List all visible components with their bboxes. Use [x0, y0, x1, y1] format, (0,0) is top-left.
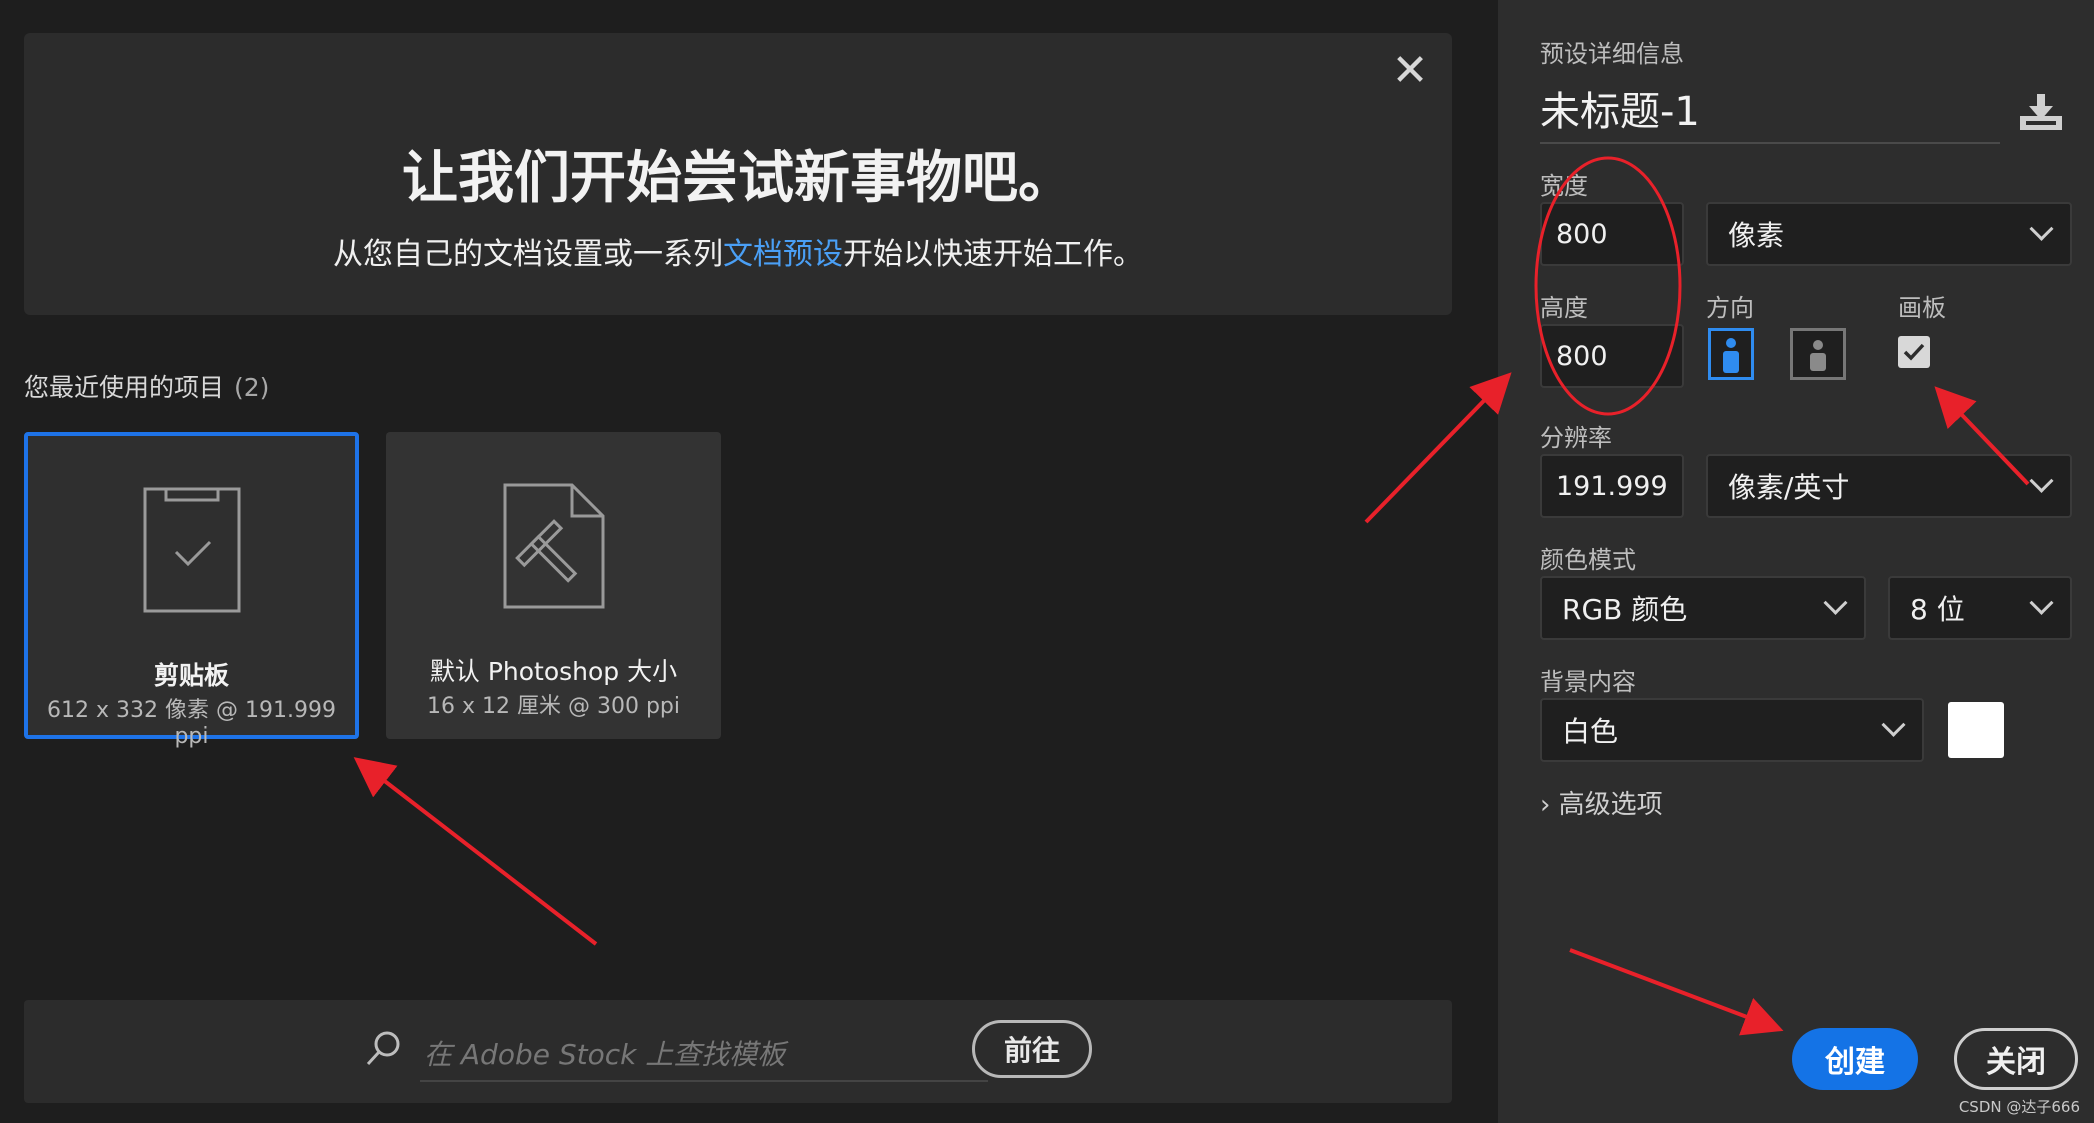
resolution-input[interactable]	[1540, 454, 1684, 518]
save-preset-icon[interactable]	[2018, 92, 2064, 132]
stock-search-bar: 前往	[24, 1000, 1452, 1103]
background-color-swatch[interactable]	[1948, 702, 2004, 758]
resolution-unit-value: 像素/英寸	[1728, 471, 1850, 504]
search-icon	[366, 1031, 400, 1066]
recent-item-meta: 16 x 12 厘米 @ 300 ppi	[426, 694, 680, 719]
document-ruler-icon	[503, 483, 604, 609]
width-label: 宽度	[1540, 172, 1588, 200]
chevron-down-icon	[2029, 590, 2054, 615]
chevron-down-icon	[2029, 468, 2054, 493]
create-button[interactable]: 创建	[1792, 1028, 1918, 1090]
welcome-subtitle: 从您自己的文档设置或一系列文档预设开始以快速开始工作。	[24, 229, 1452, 273]
background-value: 白色	[1562, 715, 1619, 748]
chevron-down-icon	[2029, 216, 2054, 241]
resolution-label: 分辨率	[1540, 424, 1612, 452]
bit-depth-select[interactable]: 8 位	[1888, 576, 2072, 640]
recent-items-heading: 您最近使用的项目 (2)	[24, 368, 269, 404]
document-name-field[interactable]: 未标题-1	[1540, 82, 2000, 144]
stock-search-input[interactable]	[420, 1028, 988, 1082]
artboard-label: 画板	[1898, 294, 1946, 322]
recent-item-meta: 612 x 332 像素 @ 191.999 ppi	[47, 698, 336, 749]
landscape-orientation-button[interactable]	[1790, 328, 1846, 380]
go-button[interactable]: 前往	[972, 1020, 1092, 1078]
chevron-down-icon	[1823, 590, 1848, 615]
portrait-icon	[1723, 338, 1739, 373]
color-mode-label: 颜色模式	[1540, 546, 1636, 574]
recent-item-name: 剪贴板	[153, 661, 229, 690]
recent-items-title: 您最近使用的项目	[24, 373, 225, 402]
chevron-down-icon	[1881, 712, 1906, 737]
width-unit-select[interactable]: 像素	[1706, 202, 2072, 266]
close-icon[interactable]: ✕	[1390, 49, 1430, 93]
advanced-options-toggle[interactable]: › 高级选项	[1540, 784, 1663, 821]
color-mode-select[interactable]: RGB 颜色	[1540, 576, 1866, 640]
recent-item-name: 默认 Photoshop 大小	[429, 657, 678, 686]
clipboard-icon	[143, 487, 240, 613]
recent-item-default-size[interactable]: 默认 Photoshop 大小 16 x 12 厘米 @ 300 ppi	[386, 432, 721, 739]
watermark: CSDN @达子666	[1958, 1098, 2080, 1116]
background-label: 背景内容	[1540, 668, 1636, 696]
orientation-label: 方向	[1706, 294, 1754, 322]
welcome-banner: ✕ 让我们开始尝试新事物吧。 从您自己的文档设置或一系列文档预设开始以快速开始工…	[24, 33, 1452, 315]
checkmark-icon	[1903, 343, 1925, 361]
recent-item-clipboard[interactable]: 剪贴板 612 x 332 像素 @ 191.999 ppi	[24, 432, 359, 749]
width-input[interactable]	[1540, 202, 1684, 266]
bit-depth-value: 8 位	[1910, 593, 1965, 626]
color-mode-value: RGB 颜色	[1562, 593, 1688, 626]
background-select[interactable]: 白色	[1540, 698, 1924, 762]
landscape-icon	[1810, 340, 1826, 371]
resolution-unit-select[interactable]: 像素/英寸	[1706, 454, 2072, 518]
preset-details-title: 预设详细信息	[1540, 40, 1684, 68]
start-workspace: ✕ 让我们开始尝试新事物吧。 从您自己的文档设置或一系列文档预设开始以快速开始工…	[0, 0, 1498, 1123]
chevron-right-icon: ›	[1540, 790, 1551, 820]
welcome-title: 让我们开始尝试新事物吧。	[402, 146, 1074, 211]
recent-items-count: (2)	[234, 373, 270, 402]
portrait-orientation-button[interactable]	[1708, 328, 1754, 380]
advanced-options-label: 高级选项	[1558, 790, 1663, 820]
close-button[interactable]: 关闭	[1954, 1028, 2078, 1090]
width-unit-value: 像素	[1728, 219, 1785, 252]
artboard-checkbox[interactable]	[1898, 336, 1930, 368]
subtitle-text-after: 开始以快速开始工作。	[843, 237, 1143, 272]
height-input[interactable]	[1540, 324, 1684, 388]
height-label: 高度	[1540, 294, 1588, 322]
subtitle-text-before: 从您自己的文档设置或一系列	[333, 237, 723, 272]
document-presets-link[interactable]: 文档预设	[723, 237, 843, 272]
